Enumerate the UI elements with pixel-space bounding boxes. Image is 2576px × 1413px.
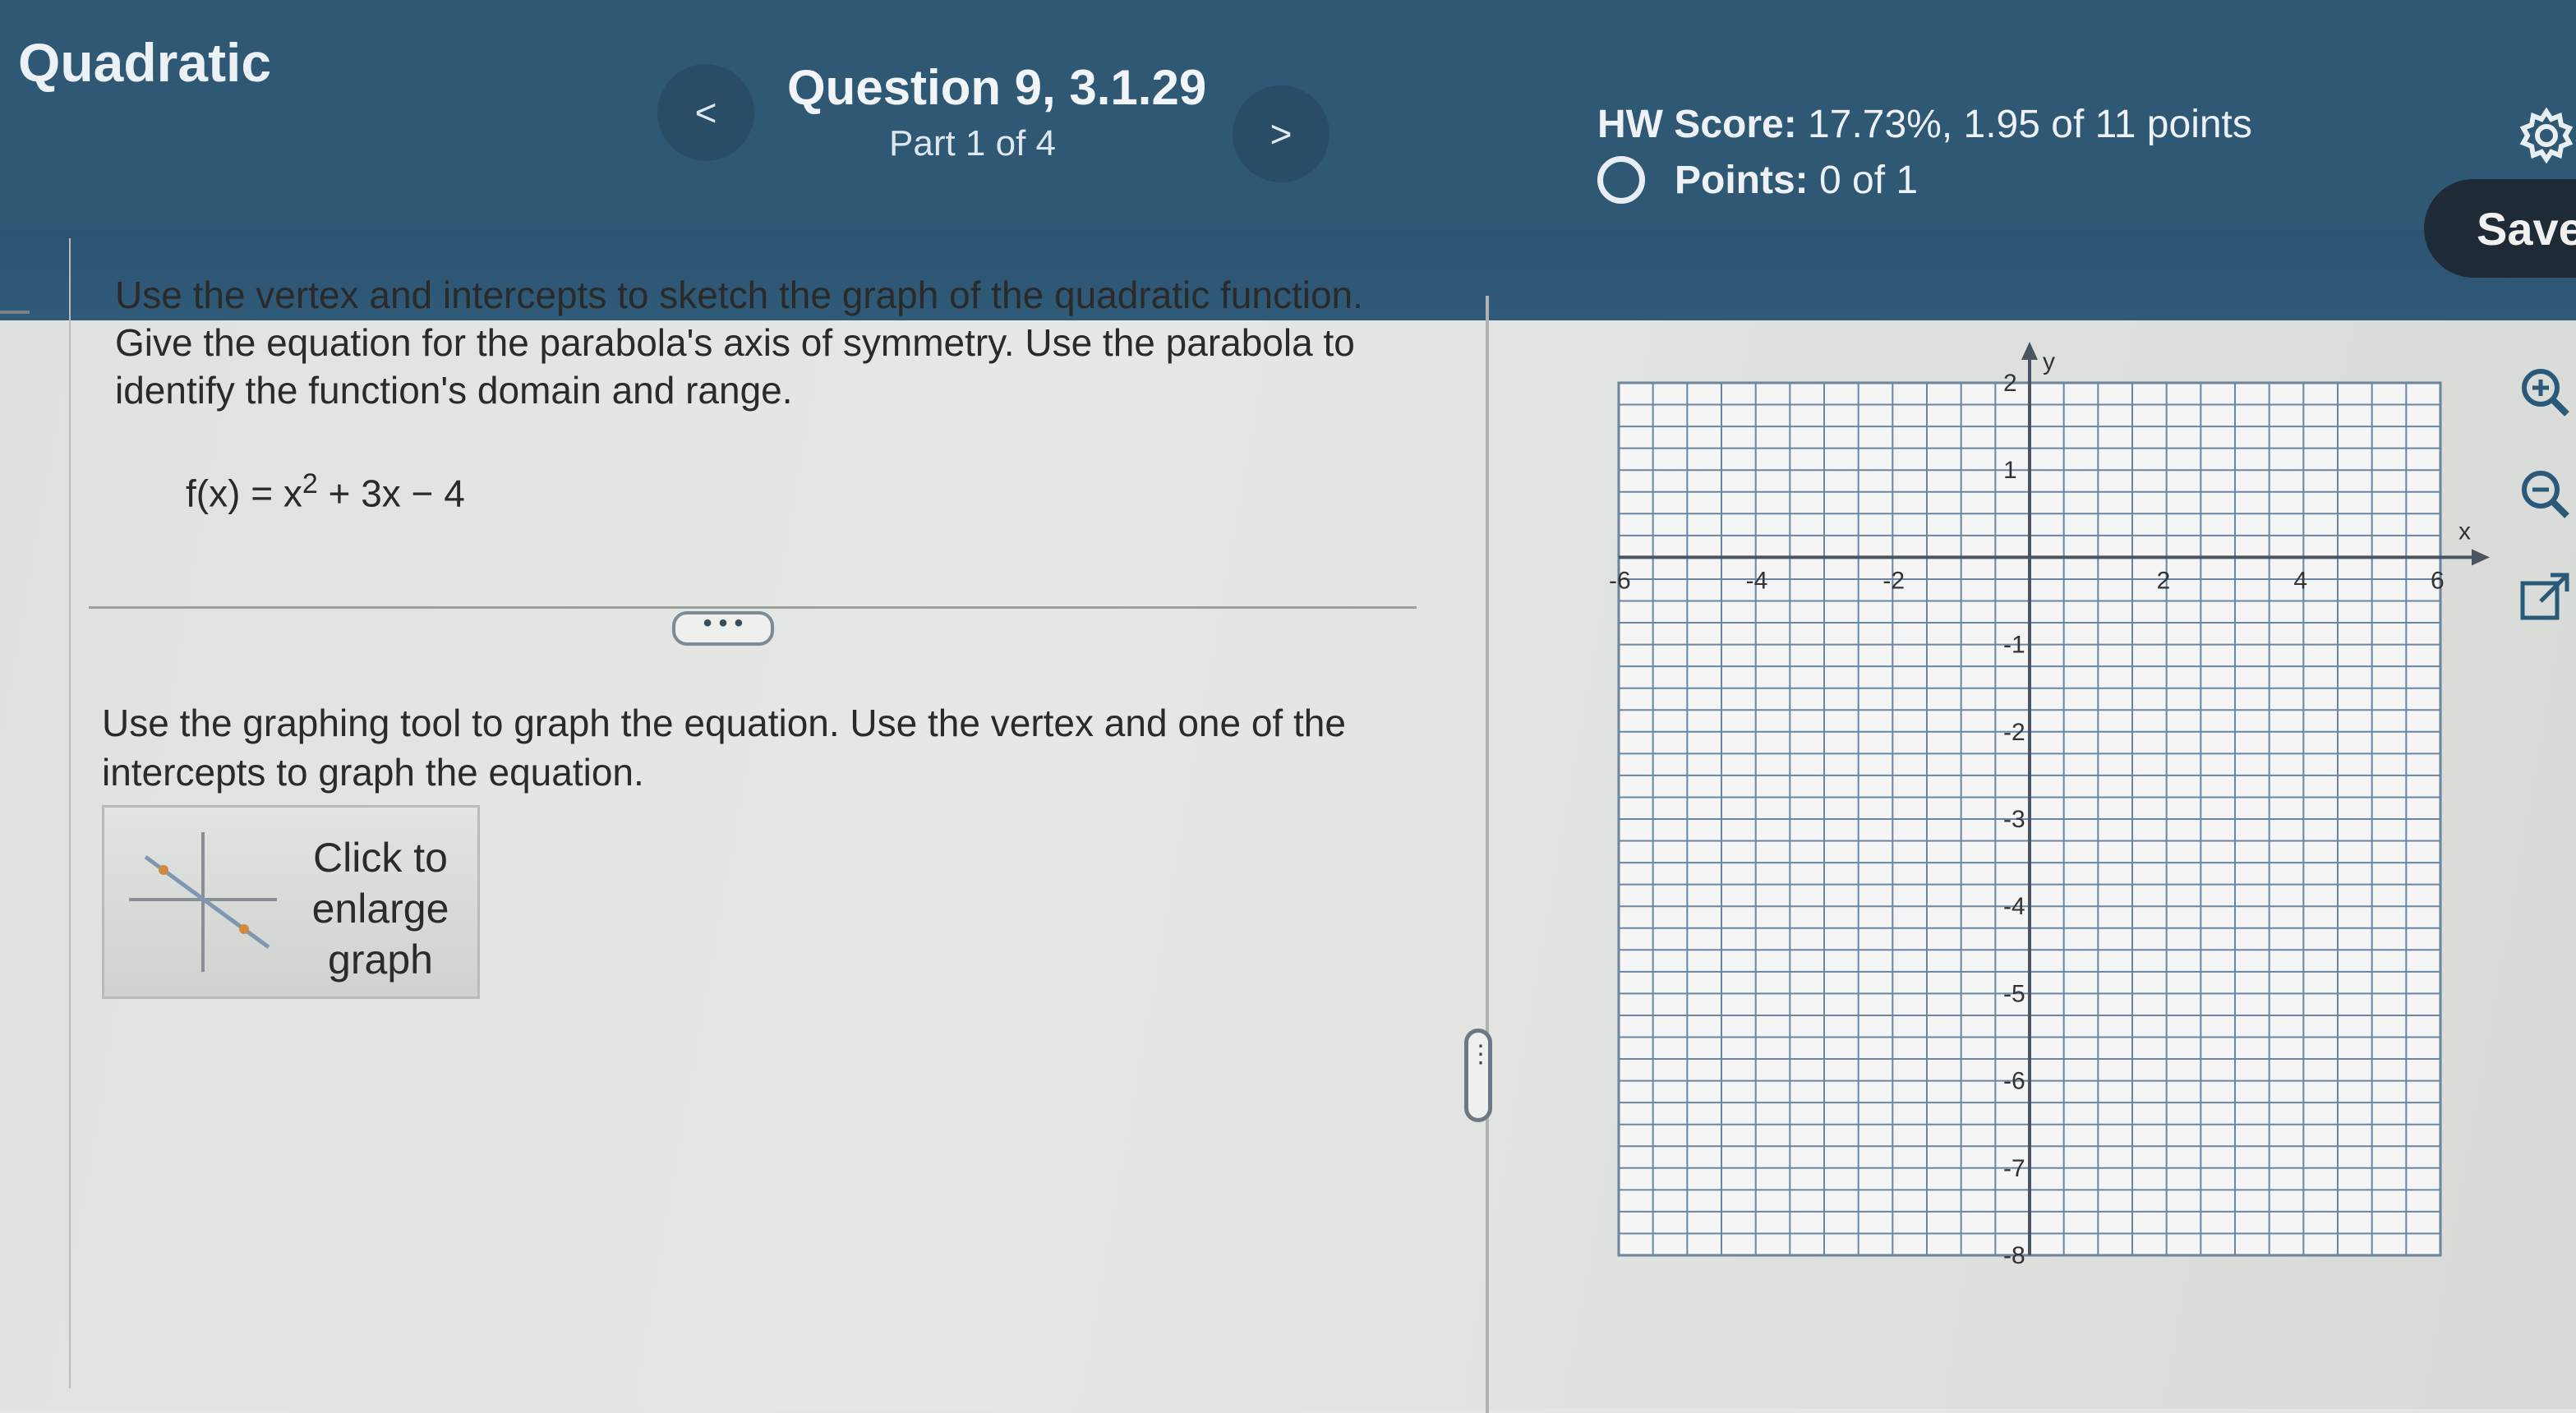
equation-right: + 3x − 4 [317,472,465,515]
hw-score: HW Score: 17.73%, 1.95 of 11 points [1597,102,2252,147]
y-tick-label: 2 [2003,370,2017,397]
y-tick-label: -7 [2003,1155,2025,1182]
gear-icon[interactable] [2518,107,2575,164]
graphing-area[interactable]: x y -6 -4 -2 2 4 6 2 1 -1 -2 -3 -4 -5 -6 -7 -8 [1594,337,2514,1273]
x-axis-arrow [2472,549,2490,566]
y-tick-label: -1 [2003,632,2025,659]
pane-resize-handle[interactable]: ⋮ [1464,1029,1493,1122]
hw-score-label: HW Score: [1597,103,1797,146]
x-tick-label: 4 [2293,567,2307,594]
question-title: Question 9, 3.1.29 [787,60,1207,115]
question-prompt: Use the vertex and intercepts to sketch … [115,274,1363,412]
x-tick-label: -4 [1746,567,1768,594]
hw-score-value: 17.73%, 1.95 of 11 points [1808,103,2252,146]
previous-question-button[interactable]: < [657,64,754,161]
y-tick-label: -4 [2003,893,2025,920]
y-tick-label: -3 [2003,806,2025,833]
x-tick-label: 2 [2157,567,2171,594]
save-button[interactable]: Save [2424,179,2576,278]
graph-thumbnail-icon [129,832,277,972]
enlarge-graph-label: Click to enlarge graph [311,835,449,983]
x-tick-label: -6 [1609,567,1631,594]
points-value: 0 of 1 [1819,158,1919,202]
y-tick-label: -5 [2003,980,2025,1007]
enlarge-graph-button[interactable]: Click to enlarge graph [102,805,480,999]
x-axis-label: x [2458,518,2471,545]
equation-left: f(x) = x [186,472,302,515]
zoom-out-icon[interactable] [2516,465,2574,522]
y-axis-label: y [2043,348,2055,375]
x-tick-label: -2 [1882,567,1905,594]
points-status-icon [1597,156,1645,204]
graph-instruction: Use the graphing tool to graph the equat… [102,702,1346,794]
equation-exponent: 2 [302,468,318,499]
y-tick-label: -2 [2003,719,2025,746]
points-row: Points: 0 of 1 [1597,156,1918,204]
popout-icon[interactable] [2516,568,2574,626]
points-label: Points: [1675,158,1809,202]
expand-more-button[interactable]: • • • [672,611,774,646]
y-tick-label: -8 [2003,1242,2025,1269]
chevron-left-icon: < [694,91,717,134]
chevron-right-icon: > [1270,113,1293,155]
x-tick-label: 6 [2431,567,2445,594]
pane-divider [1486,296,1489,1413]
y-axis-arrow [2021,342,2038,360]
y-tick-label: 1 [2003,457,2017,484]
zoom-in-icon[interactable] [2516,363,2574,421]
app-title: Quadratic [18,32,272,93]
section-divider [89,606,1417,609]
question-part: Part 1 of 4 [889,123,1057,163]
collapse-handle[interactable] [0,311,30,314]
left-border-line [69,238,71,1388]
y-tick-label: -6 [2003,1068,2025,1095]
next-question-button[interactable]: > [1233,85,1329,182]
function-equation: f(x) = x2 + 3x − 4 [186,468,465,515]
